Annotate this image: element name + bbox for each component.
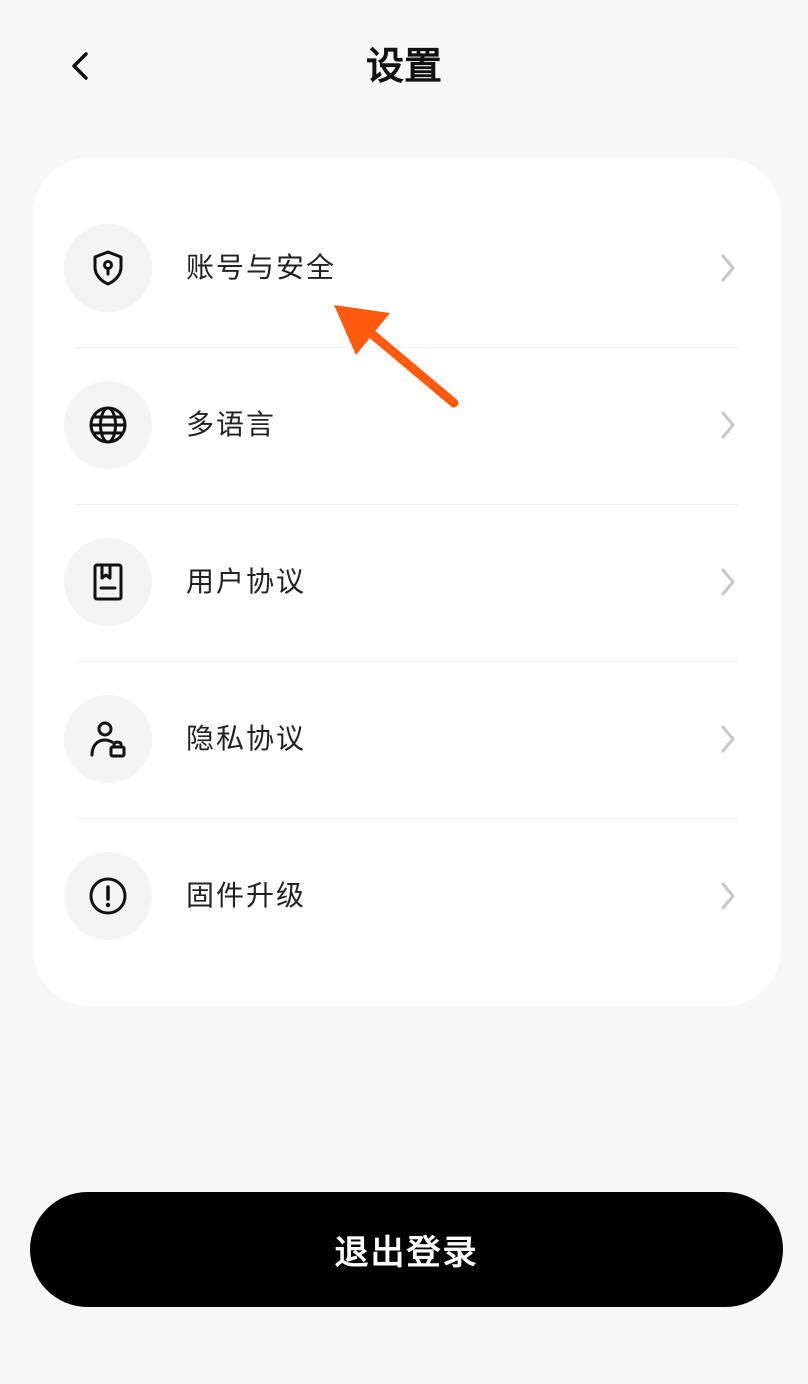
menu-item-icon-badge <box>64 538 152 626</box>
menu-item-label: 用户协议 <box>186 565 307 598</box>
chevron-right-icon <box>716 248 740 288</box>
menu-item-user-agreement[interactable]: 用户协议 <box>33 505 781 662</box>
document-bookmark-icon <box>93 563 123 601</box>
menu-item-language[interactable]: 多语言 <box>33 348 781 505</box>
menu-item-label: 账号与安全 <box>186 251 337 284</box>
shield-keyhole-icon <box>93 250 123 286</box>
chevron-right-icon <box>716 562 740 602</box>
menu-item-account-security[interactable]: 账号与安全 <box>33 191 781 348</box>
page-title: 设置 <box>365 44 442 88</box>
chevron-right-icon <box>716 405 740 445</box>
menu-item-label: 隐私协议 <box>186 722 307 755</box>
globe-icon <box>89 406 127 444</box>
menu-item-icon-badge <box>64 381 152 469</box>
menu-item-icon-badge <box>64 852 152 940</box>
menu-item-icon-badge <box>64 695 152 783</box>
settings-card: 账号与安全 多语言 用户协议 隐私协议 固件升级 <box>33 158 781 1006</box>
menu-item-label: 多语言 <box>186 408 277 441</box>
menu-item-label: 固件升级 <box>186 879 307 912</box>
alert-circle-icon <box>89 877 127 915</box>
chevron-right-icon <box>716 719 740 759</box>
chevron-right-icon <box>716 876 740 916</box>
user-lock-icon <box>90 721 126 758</box>
menu-item-firmware-upgrade[interactable]: 固件升级 <box>33 819 781 976</box>
menu-item-privacy-agreement[interactable]: 隐私协议 <box>33 662 781 819</box>
header-bar: 设置 <box>0 0 808 134</box>
menu-item-icon-badge <box>64 224 152 312</box>
logout-button[interactable]: 退出登录 <box>30 1192 783 1307</box>
